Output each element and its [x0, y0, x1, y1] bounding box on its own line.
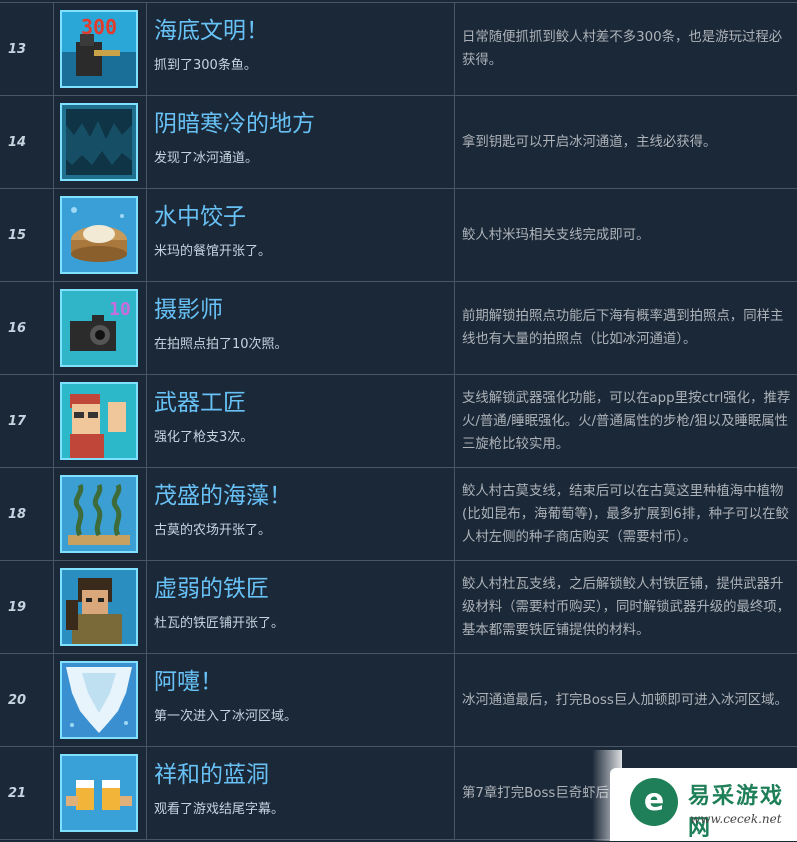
svg-text:300: 300 — [81, 15, 117, 39]
achievement-title: 祥和的蓝洞 — [154, 760, 454, 790]
achievement-description: 鲛人村古莫支线，结束后可以在古莫这里种植海中植物(比如昆布，海葡萄等)，最多扩展… — [455, 468, 797, 561]
row-number: 21 — [0, 747, 54, 840]
achievement-subtitle: 杜瓦的铁匠铺开张了。 — [154, 612, 454, 631]
table-row: 19 虚弱的铁匠 杜瓦的铁匠铺开张了。 鲛人村杜瓦支线，之后解锁鲛人村铁匠铺，提… — [0, 561, 797, 654]
table-row: 14 阴暗寒冷的地方 发现了冰河通道。 拿到钥匙可以开启冰河通道，主线必获得。 — [0, 96, 797, 189]
achievement-description: 日常随便抓抓到鲛人村差不多300条，也是游玩过程必获得。 — [455, 3, 797, 96]
site-name: 易采游戏网 — [688, 778, 797, 842]
achievement-title: 海底文明！ — [154, 16, 454, 46]
camera-icon: 10 — [60, 289, 138, 367]
achievement-subtitle: 抓到了300条鱼。 — [154, 54, 454, 73]
table-row: 20 阿嚏！ 第一次进入了冰河区域。 冰河通道最后，打完Boss巨人加顿即可进入… — [0, 654, 797, 747]
row-number: 13 — [0, 3, 54, 96]
row-number: 19 — [0, 561, 54, 654]
iceberg-icon — [60, 661, 138, 739]
achievement-description: 鲛人村杜瓦支线，之后解锁鲛人村铁匠铺，提供武器升级材料（需要村币购买），同时解锁… — [455, 561, 797, 654]
achievement-description: 冰河通道最后，打完Boss巨人加顿即可进入冰河区域。 — [455, 654, 797, 747]
achievement-subtitle: 古莫的农场开张了。 — [154, 519, 454, 538]
achievement-subtitle: 在拍照点拍了10次照。 — [154, 333, 454, 352]
row-number: 14 — [0, 96, 54, 189]
achievement-subtitle: 强化了枪支3次。 — [154, 426, 454, 445]
fish-300-icon: 300 — [60, 10, 138, 88]
achievement-title: 虚弱的铁匠 — [154, 574, 454, 604]
row-number: 16 — [0, 282, 54, 375]
table-row: 15 水中饺子 米玛的餐馆开张了。 鲛人村米玛相关支线完成即可。 — [0, 189, 797, 282]
achievement-subtitle: 观看了游戏结尾字幕。 — [154, 798, 454, 817]
achievement-description: 鲛人村米玛相关支线完成即可。 — [455, 189, 797, 282]
blacksmith-icon — [60, 568, 138, 646]
achievement-description: 拿到钥匙可以开启冰河通道，主线必获得。 — [455, 96, 797, 189]
row-number: 17 — [0, 375, 54, 468]
row-number: 15 — [0, 189, 54, 282]
achievements-table: 13 300 海底文明！ 抓到了300条鱼。 日常随便抓抓到鲛人村差不多300条… — [0, 2, 797, 840]
achievement-subtitle: 第一次进入了冰河区域。 — [154, 705, 454, 724]
achievement-title: 武器工匠 — [154, 388, 454, 418]
site-logo-icon: e — [630, 778, 678, 826]
achievement-title: 水中饺子 — [154, 202, 454, 232]
ice-cave-icon — [60, 103, 138, 181]
achievement-subtitle: 发现了冰河通道。 — [154, 147, 454, 166]
table-row: 16 10 摄影师 在拍照点拍了10次照。 前期解锁拍照点功能后下海有概率遇到拍… — [0, 282, 797, 375]
achievement-title: 阴暗寒冷的地方 — [154, 109, 454, 139]
site-watermark: e 易采游戏网 www.cecek.net — [610, 768, 797, 841]
achievement-description: 前期解锁拍照点功能后下海有概率遇到拍照点，同样主线也有大量的拍照点（比如冰河通道… — [455, 282, 797, 375]
dumpling-steamer-icon — [60, 196, 138, 274]
table-row: 17 武器工匠 强化了枪支3次。 支线解锁武器强化功能，可以在app里按ctrl… — [0, 375, 797, 468]
achievement-title: 摄影师 — [154, 295, 454, 325]
table-row: 18 茂盛的海藻！ 古莫的农场开张了。 鲛人村古莫支线，结束后可以在古莫这里种植… — [0, 468, 797, 561]
weaponsmith-icon — [60, 382, 138, 460]
achievement-description: 支线解锁武器强化功能，可以在app里按ctrl强化，推荐火/普通/睡眠强化。火/… — [455, 375, 797, 468]
cheers-icon — [60, 754, 138, 832]
svg-text:10: 10 — [109, 299, 131, 320]
achievement-title: 茂盛的海藻！ — [154, 481, 454, 511]
achievement-title: 阿嚏！ — [154, 667, 454, 697]
row-number: 18 — [0, 468, 54, 561]
seaweed-icon — [60, 475, 138, 553]
table-row: 13 300 海底文明！ 抓到了300条鱼。 日常随便抓抓到鲛人村差不多300条… — [0, 3, 797, 96]
site-url: www.cecek.net — [690, 812, 782, 826]
achievement-subtitle: 米玛的餐馆开张了。 — [154, 240, 454, 259]
row-number: 20 — [0, 654, 54, 747]
